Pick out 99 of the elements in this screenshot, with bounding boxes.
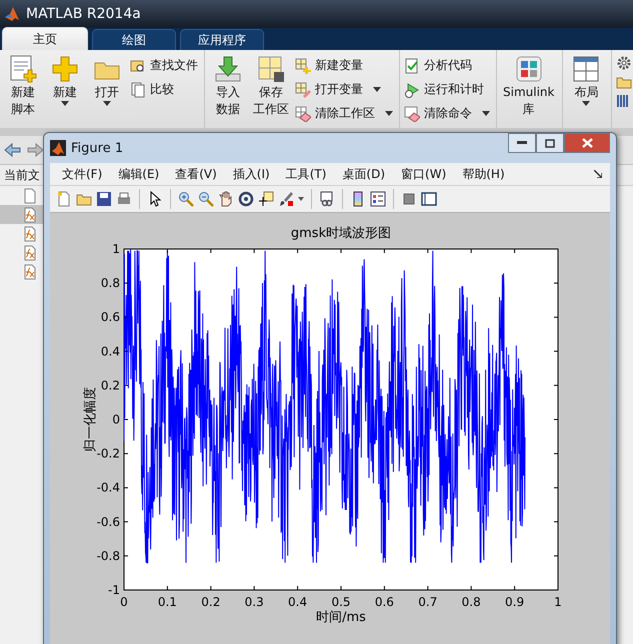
- gear-icon: [616, 55, 632, 71]
- ribbon-tab[interactable]: 绘图: [92, 29, 176, 50]
- tick-label: 0.6: [100, 310, 120, 324]
- show-plot-tools-icon[interactable]: [421, 191, 437, 207]
- ribbon-button[interactable]: 布局: [567, 54, 606, 128]
- plot-title: gmsk时域波形图: [290, 226, 392, 241]
- tick-label: 0.8: [100, 276, 120, 290]
- plus-icon: [50, 54, 80, 84]
- menu-item[interactable]: 窗口(W): [393, 166, 454, 182]
- tick-label: 0.1: [158, 595, 177, 609]
- tick-label: 0.2: [201, 595, 220, 609]
- new-variable-icon: [295, 58, 311, 74]
- rotate-icon[interactable]: [238, 191, 254, 207]
- ribbon-button[interactable]: 查找文件: [130, 55, 198, 76]
- new-file-icon[interactable]: [56, 191, 72, 207]
- tick-label: 0.4: [288, 595, 308, 609]
- save-workspace-icon: [256, 54, 286, 84]
- tick-label: -0.6: [96, 514, 120, 529]
- ribbon-button[interactable]: 运行和计时: [404, 79, 490, 100]
- brush-icon[interactable]: [278, 191, 294, 207]
- figure-title: Figure 1: [71, 140, 124, 156]
- tick-label: 0.3: [244, 595, 264, 609]
- ribbon-button[interactable]: Simulink 库: [501, 54, 556, 128]
- ribbon-button[interactable]: 打开变量: [295, 79, 393, 100]
- maximize-icon: [545, 138, 555, 148]
- save-icon[interactable]: [96, 191, 112, 207]
- new-script-icon: [8, 54, 38, 84]
- menu-item[interactable]: 编辑(E): [110, 166, 168, 182]
- function-file-icon: [22, 244, 38, 260]
- back-arrow-icon: [4, 142, 22, 158]
- hand-icon[interactable]: [218, 191, 234, 207]
- tick-label: -0.8: [96, 548, 120, 563]
- matlab-logo-icon: [50, 140, 66, 156]
- ribbon-button[interactable]: 导入 数据: [209, 54, 247, 128]
- print-icon[interactable]: [116, 191, 132, 207]
- tick-label: 0.2: [100, 378, 120, 392]
- tick-label: 1: [554, 595, 562, 609]
- analyze-code-icon: [404, 58, 420, 74]
- zoom-in-icon[interactable]: [178, 191, 194, 207]
- window-title: MATLAB R2014a: [26, 6, 141, 22]
- x-axis-label: 时间/ms: [316, 610, 366, 625]
- maximize-button[interactable]: [536, 133, 564, 153]
- import-arrow-icon: [213, 54, 243, 84]
- tick-label: 0.5: [331, 595, 351, 609]
- matlab-logo-icon: [4, 6, 20, 22]
- ribbon-button[interactable]: 保存 工作区: [251, 54, 291, 128]
- minimize-icon: [517, 141, 527, 145]
- ribbon-button[interactable]: 分析代码: [404, 55, 490, 76]
- function-file-icon: [22, 264, 38, 280]
- simulink-library-icon: [514, 54, 544, 84]
- file-row[interactable]: [0, 205, 43, 224]
- y-axis-label: 归一化幅度: [83, 387, 98, 452]
- tick-label: 0.7: [418, 595, 438, 609]
- menu-item[interactable]: 插入(I): [224, 166, 278, 182]
- tick-label: 0: [120, 595, 128, 609]
- find-files-icon: [130, 58, 146, 74]
- tick-label: -0.4: [96, 480, 120, 495]
- zoom-out-icon[interactable]: [198, 191, 214, 207]
- eraser-icon: [295, 106, 311, 122]
- run-timer-icon: [404, 82, 420, 98]
- panel-header: 当前文: [4, 166, 40, 184]
- dock-arrow-icon[interactable]: [594, 170, 602, 178]
- link-icon[interactable]: [319, 191, 335, 207]
- ribbon-button[interactable]: 清除命令: [404, 103, 490, 124]
- tick-label: -0.2: [96, 446, 120, 461]
- layout-icon: [571, 54, 602, 84]
- tick-label: 1: [112, 242, 120, 256]
- function-file-icon: [22, 226, 38, 242]
- ribbon-button[interactable]: 新建变量: [295, 55, 393, 76]
- ribbon-tab[interactable]: 主页: [2, 27, 88, 50]
- hide-plot-tools-icon[interactable]: [401, 191, 417, 207]
- close-button[interactable]: [564, 133, 610, 153]
- open-variable-icon: [295, 82, 311, 98]
- compare-icon: [130, 82, 146, 98]
- close-icon: [582, 138, 592, 148]
- tick-label: 0.4: [100, 344, 120, 358]
- tick-label: 0.6: [374, 595, 394, 609]
- ribbon-tab[interactable]: 应用程序: [180, 29, 264, 50]
- eraser-icon: [404, 106, 420, 122]
- function-file-icon: [22, 206, 38, 222]
- data-cursor-icon[interactable]: [258, 191, 274, 207]
- menu-item[interactable]: 桌面(D): [334, 166, 394, 182]
- tick-label: 0.9: [505, 595, 524, 609]
- tick-label: -1: [108, 583, 120, 597]
- menu-item[interactable]: 工具(T): [278, 166, 334, 182]
- ribbon-button[interactable]: 新建: [46, 54, 84, 128]
- menu-item[interactable]: 文件(F): [54, 166, 110, 182]
- legend-icon[interactable]: [370, 191, 386, 207]
- ribbon-button[interactable]: 打开: [88, 54, 126, 128]
- menu-item[interactable]: 查看(V): [167, 166, 225, 182]
- tick-label: 0: [112, 412, 120, 426]
- minimize-button[interactable]: [508, 133, 536, 153]
- ribbon-button[interactable]: 比较: [130, 79, 198, 100]
- menu-item[interactable]: 帮助(H): [454, 166, 513, 182]
- ribbon-button[interactable]: 清除工作区: [295, 103, 393, 124]
- forward-arrow-icon: [26, 142, 44, 158]
- caret-icon[interactable]: [298, 197, 304, 201]
- tick-label: 0.8: [462, 595, 481, 609]
- ribbon-button[interactable]: 新建 脚本: [4, 54, 42, 128]
